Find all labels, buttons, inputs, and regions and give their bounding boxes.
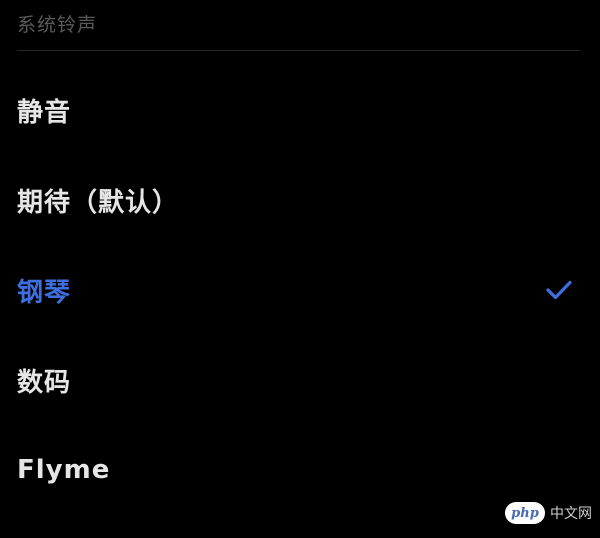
ringtone-label: 数码 — [17, 367, 72, 398]
ringtone-item-digital[interactable]: 数码 — [0, 335, 600, 425]
ringtone-item-piano[interactable]: 钢琴 — [0, 245, 600, 335]
section-header: 系统铃声 — [17, 14, 98, 36]
watermark: php 中文网 — [505, 502, 592, 524]
ringtone-item-expect-default[interactable]: 期待（默认） — [0, 155, 600, 245]
watermark-text: 中文网 — [550, 506, 592, 522]
ringtone-list: 静音 期待（默认） 钢琴 数码 Flyme — [0, 65, 600, 515]
ringtone-label: Flyme — [17, 455, 111, 485]
ringtone-label: 静音 — [17, 97, 72, 128]
checkmark-icon — [546, 280, 572, 300]
php-logo: php — [505, 502, 545, 524]
ringtone-label: 期待（默认） — [17, 187, 180, 218]
ringtone-item-silent[interactable]: 静音 — [0, 65, 600, 155]
divider — [17, 50, 580, 51]
ringtone-label: 钢琴 — [17, 277, 72, 308]
